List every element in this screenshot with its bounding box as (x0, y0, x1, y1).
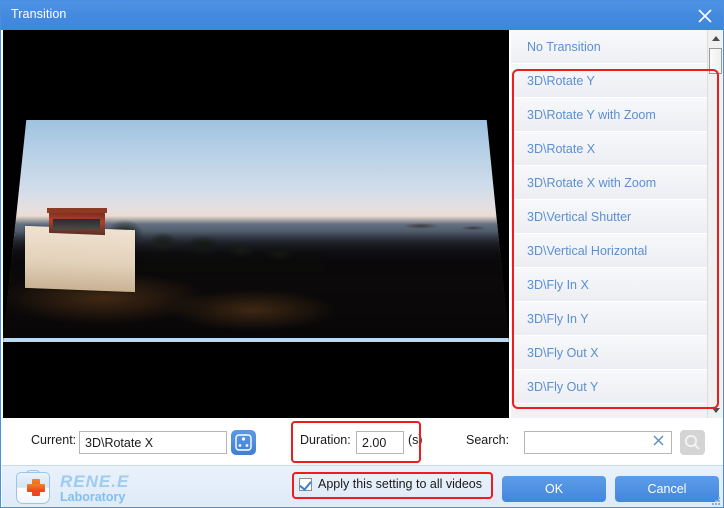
list-scrollbar[interactable] (707, 30, 723, 418)
resize-grip[interactable] (712, 497, 721, 506)
current-transition-input[interactable]: 3D\Rotate X (79, 431, 227, 454)
list-item[interactable]: 3D\Fly Out X (511, 336, 707, 370)
checkmark-icon (299, 477, 312, 491)
clear-glyph (653, 435, 664, 446)
list-item[interactable]: 3D\Rotate Y with Zoom (511, 98, 707, 132)
list-item[interactable]: 3D\Vertical Shutter (511, 200, 707, 234)
list-item-label: 3D\Fly In Y (527, 312, 589, 326)
search-input[interactable] (524, 431, 672, 454)
list-item[interactable]: 3D\Rotate X with Zoom (511, 166, 707, 200)
list-item[interactable]: 3D\Fly Out Y (511, 370, 707, 404)
list-item-label: 3D\Rotate X with Zoom (527, 176, 657, 190)
scrollbar-thumb[interactable] (709, 48, 722, 74)
list-item-label: 3D\Fly Out X (527, 346, 599, 360)
logo-subtitle: Laboratory (60, 490, 126, 504)
preview-image (3, 120, 509, 342)
list-item[interactable]: 3D\Fly In Y (511, 302, 707, 336)
scroll-up-arrow-icon[interactable] (708, 30, 723, 46)
dice-glyph (235, 434, 252, 451)
list-item[interactable]: No Transition (511, 30, 707, 64)
transition-list-panel: No Transition 3D\Rotate Y 3D\Rotate Y wi… (511, 30, 723, 418)
scroll-down-glyph (712, 408, 720, 413)
scroll-down-arrow-icon[interactable] (708, 402, 723, 418)
checkbox-box[interactable] (299, 477, 312, 491)
list-item-label: 3D\Vertical Horizontal (527, 244, 648, 258)
list-item-label: 3D\Vertical Shutter (527, 210, 632, 224)
transition-list[interactable]: No Transition 3D\Rotate Y 3D\Rotate Y wi… (511, 30, 707, 418)
transition-dialog: Transition No Transition 3D\Rotate Y 3D\… (0, 0, 724, 508)
search-label: Search: (466, 433, 510, 447)
apply-all-checkbox[interactable]: Apply this setting to all videos (299, 477, 482, 491)
scroll-up-glyph (712, 36, 720, 41)
list-item-label: 3D\Rotate Y (527, 74, 595, 88)
dice-icon[interactable] (231, 430, 256, 455)
list-item-label: 3D\Rotate Y with Zoom (527, 108, 656, 122)
list-item[interactable]: 3D\Vertical Horizontal (511, 234, 707, 268)
dialog-footer: RENE.E Laboratory Apply this setting to … (2, 465, 723, 507)
close-glyph (698, 9, 712, 23)
magnifier-glyph (684, 434, 700, 450)
list-item-label: 3D\Rotate X (527, 142, 596, 156)
clear-x-icon[interactable] (653, 434, 664, 450)
logo-bag-icon (16, 472, 50, 504)
logo-name: RENE.E (60, 472, 130, 491)
list-item-label: 3D\Fly In X (527, 278, 589, 292)
list-item-label: 3D\Fly Out Y (527, 380, 599, 394)
apply-all-label: Apply this setting to all videos (318, 477, 482, 491)
duration-label: Duration: (300, 433, 351, 447)
cancel-button[interactable]: Cancel (615, 476, 719, 502)
preview-lighthouse-glass (53, 219, 100, 230)
list-item[interactable]: 3D\Fly In X (511, 268, 707, 302)
preview-lighthouse-base (25, 225, 135, 293)
video-preview (3, 30, 509, 418)
current-label: Current: (31, 433, 77, 447)
rene-e-logo: RENE.E Laboratory (12, 470, 172, 506)
list-item[interactable]: 3D\Rotate X (511, 132, 707, 166)
list-item-label: No Transition (527, 40, 601, 54)
transition-preview-frame (3, 120, 509, 342)
title-bar: Transition (1, 1, 723, 30)
duration-input[interactable]: 2.00 (356, 431, 404, 454)
duration-unit-label: (s) (408, 433, 423, 447)
search-icon[interactable] (680, 430, 705, 455)
window-title: Transition (11, 7, 67, 21)
logo-cross-horizontal (27, 484, 45, 492)
preview-lighthouse-roof (47, 208, 107, 213)
ok-button[interactable]: OK (502, 476, 606, 502)
close-icon[interactable] (685, 1, 723, 29)
preview-frame-edge (3, 338, 509, 342)
list-item[interactable]: 3D\Rotate Y (511, 64, 707, 98)
